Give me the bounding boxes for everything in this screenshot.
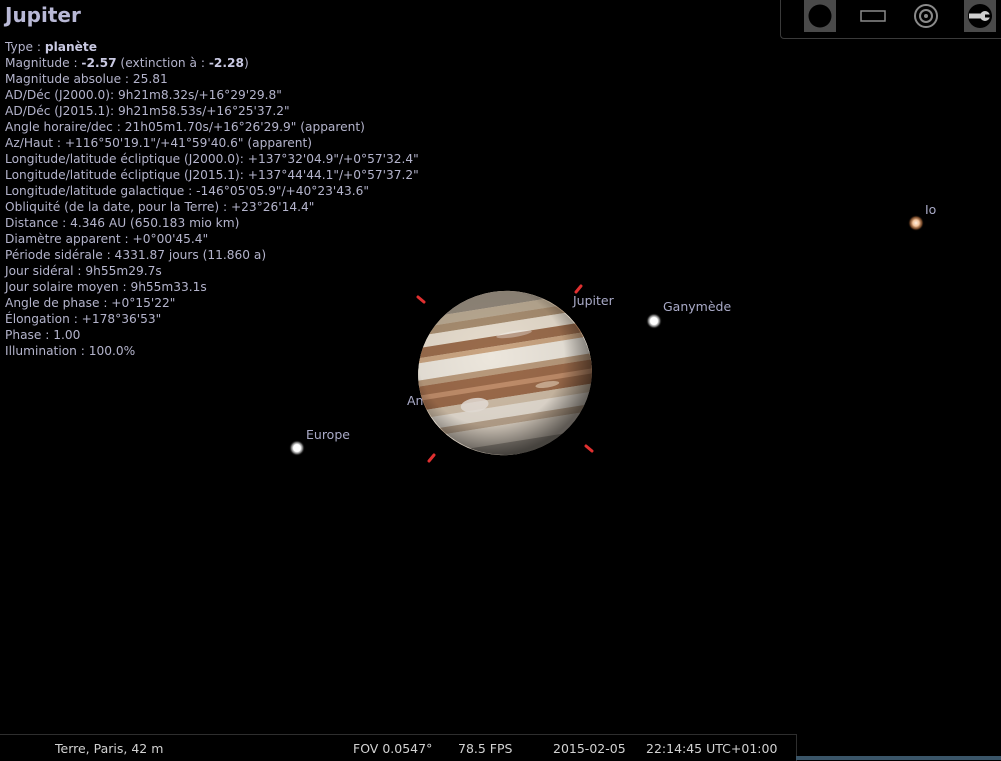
- object-info-panel: Type : planète Magnitude : -2.57 (extinct…: [5, 39, 419, 359]
- fov-label: FOV 0.0547°: [353, 741, 433, 756]
- ganymede-moon[interactable]: [646, 313, 662, 329]
- date-label[interactable]: 2015-02-05: [553, 741, 626, 756]
- info-line: Longitude/latitude galactique : -146°05'…: [5, 183, 419, 199]
- info-line: Élongation : +178°36'53": [5, 311, 419, 327]
- info-line: Phase : 1.00: [5, 327, 419, 343]
- status-accent-bar: [796, 756, 1001, 760]
- info-text: ): [243, 56, 249, 70]
- info-line: Période sidérale : 4331.87 jours (11.860…: [5, 247, 419, 263]
- info-text: Jour solaire moyen : 9h55m33.1s: [5, 280, 207, 294]
- info-line: Jour sidéral : 9h55m29.7s: [5, 263, 419, 279]
- info-text: Longitude/latitude écliptique (J2015.1):…: [5, 168, 419, 182]
- info-line: AD/Déc (J2000.0): 9h21m8.32s/+16°29'29.8…: [5, 87, 419, 103]
- info-text: Angle horaire/dec : 21h05m1.70s/+16°26'2…: [5, 120, 365, 134]
- fps-label: 78.5 FPS: [458, 741, 513, 756]
- info-line: Diamètre apparent : +0°00'45.4": [5, 231, 419, 247]
- info-line: Obliquité (de la date, pour la Terre) : …: [5, 199, 419, 215]
- info-line: Angle de phase : +0°15'22": [5, 295, 419, 311]
- info-text: Jour sidéral : 9h55m29.7s: [5, 264, 162, 278]
- io-moon[interactable]: [908, 215, 924, 231]
- info-text: Période sidérale : 4331.87 jours (11.860…: [5, 248, 267, 262]
- location-label[interactable]: Terre, Paris, 42 m: [55, 741, 163, 756]
- status-bar: Terre, Paris, 42 m FOV 0.0547° 78.5 FPS …: [0, 734, 797, 761]
- info-text: AD/Déc (J2015.1): 9h21m58.53s/+16°25'37.…: [5, 104, 290, 118]
- info-line: AD/Déc (J2015.1): 9h21m58.53s/+16°25'37.…: [5, 103, 419, 119]
- info-text: (extinction à :: [116, 56, 209, 70]
- info-line: Jour solaire moyen : 9h55m33.1s: [5, 279, 419, 295]
- info-line: Magnitude absolue : 25.81: [5, 71, 419, 87]
- info-line: Magnitude : -2.57 (extinction à : -2.28): [5, 55, 419, 71]
- rectangle-icon[interactable]: [857, 0, 889, 32]
- info-line: Az/Haut : +116°50'19.1"/+41°59'40.6" (ap…: [5, 135, 419, 151]
- info-text: Longitude/latitude galactique : -146°05'…: [5, 184, 369, 198]
- info-line: Longitude/latitude écliptique (J2000.0):…: [5, 151, 419, 167]
- io-label: Io: [925, 202, 937, 217]
- info-text: -2.57: [81, 56, 117, 70]
- info-text: Longitude/latitude écliptique (J2000.0):…: [5, 152, 419, 166]
- info-line: Distance : 4.346 AU (650.183 mio km): [5, 215, 419, 231]
- info-text: Illumination : 100.0%: [5, 344, 136, 358]
- info-line: Type : planète: [5, 39, 419, 55]
- info-text: Angle de phase : +0°15'22": [5, 296, 176, 310]
- europe-moon[interactable]: [289, 440, 305, 456]
- info-text: Type :: [5, 40, 45, 54]
- europe-label: Europe: [306, 427, 350, 442]
- info-text: Phase : 1.00: [5, 328, 81, 342]
- info-text: Distance : 4.346 AU (650.183 mio km): [5, 216, 240, 230]
- info-text: AD/Déc (J2000.0): 9h21m8.32s/+16°29'29.8…: [5, 88, 282, 102]
- info-line: Illumination : 100.0%: [5, 343, 419, 359]
- object-title: Jupiter: [5, 3, 81, 27]
- info-text: Obliquité (de la date, pour la Terre) : …: [5, 200, 315, 214]
- time-label[interactable]: 22:14:45 UTC+01:00: [646, 741, 777, 756]
- info-text: Magnitude :: [5, 56, 82, 70]
- info-text: planète: [44, 40, 98, 54]
- concentric-circles-icon[interactable]: [910, 0, 942, 32]
- info-text: Diamètre apparent : +0°00'45.4": [5, 232, 209, 246]
- info-line: Longitude/latitude écliptique (J2015.1):…: [5, 167, 419, 183]
- info-line: Angle horaire/dec : 21h05m1.70s/+16°26'2…: [5, 119, 419, 135]
- ganymede-label: Ganymède: [663, 299, 732, 314]
- info-text: -2.28: [208, 56, 244, 70]
- filled-circle-icon[interactable]: [804, 0, 836, 32]
- info-text: Az/Haut : +116°50'19.1"/+41°59'40.6" (ap…: [5, 136, 313, 150]
- top-toolbar: [780, 0, 1001, 39]
- wrench-icon[interactable]: [964, 0, 996, 32]
- moon-label-partial: An: [407, 393, 424, 408]
- info-text: Élongation : +178°36'53": [5, 312, 162, 326]
- info-text: Magnitude absolue : 25.81: [5, 72, 168, 86]
- jupiter-label: Jupiter: [573, 293, 614, 308]
